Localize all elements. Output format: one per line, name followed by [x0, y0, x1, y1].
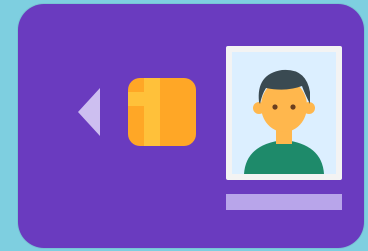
person-avatar-icon [244, 69, 324, 174]
chip-vertical-stripe [144, 78, 160, 146]
name-bar [226, 194, 342, 210]
back-arrow-icon [78, 88, 100, 136]
id-card-icon [18, 4, 364, 248]
photo-frame [226, 46, 342, 180]
person-photo-icon [232, 52, 336, 174]
chip-horizontal-stripe [128, 92, 160, 106]
chip-icon [128, 78, 196, 146]
